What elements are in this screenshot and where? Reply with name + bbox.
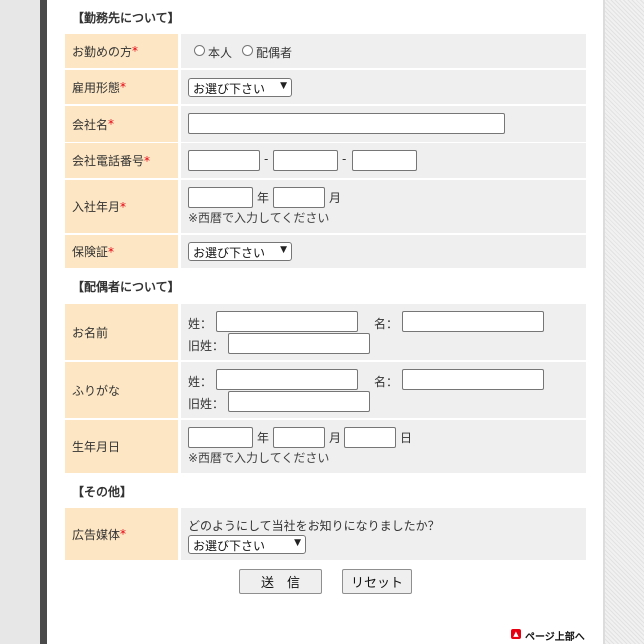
section-title-other: 【その他】 (72, 485, 133, 499)
last-name-kana-label: 姓： (188, 375, 213, 389)
row-spouse-kana: ふりがな 姓： 名： 旧姓： (65, 362, 586, 418)
row-field: どのようにして当社をお知りになりましたか？ お選び下さい ▼ (181, 508, 586, 560)
radio-spouse[interactable] (242, 45, 253, 56)
chevron-down-icon: ▼ (294, 538, 301, 548)
section-title-employer: 【勤務先について】 (72, 11, 180, 25)
first-name-kana-label: 名： (374, 375, 399, 389)
ad-media-question: どのようにして当社をお知りになりましたか？ (188, 519, 440, 533)
chevron-down-icon: ▼ (280, 245, 287, 255)
spouse-first-name-kana-input[interactable] (402, 369, 544, 390)
page-top-link[interactable]: ページ上部へ (525, 628, 585, 643)
company-name-input[interactable] (188, 113, 505, 134)
row-company-name: 会社名 * (65, 106, 586, 142)
spouse-last-name-input[interactable] (216, 311, 358, 332)
day-unit: 日 (400, 431, 413, 445)
first-name-label: 名： (374, 317, 399, 331)
insurance-select[interactable]: お選び下さい ▼ (188, 242, 292, 261)
birth-day-input[interactable] (344, 427, 396, 448)
row-spouse-name: お名前 姓： 名： 旧姓： (65, 304, 586, 360)
left-margin (0, 0, 40, 644)
row-field: 年 月 日 ※西暦で入力してください (181, 420, 586, 473)
western-year-note: ※西暦で入力してください (188, 211, 330, 225)
row-field (181, 106, 586, 142)
required-mark: * (120, 80, 127, 94)
row-insurance: 保険証 * お選び下さい ▼ (65, 235, 586, 268)
required-mark: * (144, 153, 151, 168)
required-mark: * (120, 527, 127, 541)
required-mark: * (108, 244, 115, 259)
spouse-first-name-input[interactable] (402, 311, 544, 332)
row-label: 入社年月 * (65, 180, 178, 233)
join-year-input[interactable] (188, 187, 253, 208)
month-unit: 月 (329, 191, 342, 205)
row-label: 広告媒体 * (65, 508, 178, 560)
phone-part2-input[interactable] (273, 150, 338, 171)
row-field: - - (181, 143, 586, 178)
row-label: 雇用形態 * (65, 70, 178, 104)
last-name-label: 姓： (188, 317, 213, 331)
required-mark: * (120, 199, 127, 214)
row-label: お勤めの方 * (65, 34, 178, 68)
row-field: お選び下さい ▼ (181, 70, 586, 104)
western-year-note: ※西暦で入力してください (188, 451, 330, 465)
row-field: 本人 配偶者 (181, 34, 586, 68)
phone-part1-input[interactable] (188, 150, 260, 171)
right-background-pattern (605, 0, 644, 644)
chevron-down-icon: ▼ (280, 81, 287, 91)
phone-separator: - (342, 152, 347, 166)
spouse-last-name-kana-input[interactable] (216, 369, 358, 390)
row-spouse-birthdate: 生年月日 年 月 日 ※西暦で入力してください (65, 420, 586, 473)
row-label: 保険証 * (65, 235, 178, 268)
row-ad-media: 広告媒体 * どのようにして当社をお知りになりましたか？ お選び下さい ▼ (65, 508, 586, 560)
section-title-spouse: 【配偶者について】 (72, 280, 180, 294)
radio-self[interactable] (194, 45, 205, 56)
join-month-input[interactable] (273, 187, 325, 208)
former-name-kana-label: 旧姓： (188, 397, 225, 411)
row-join-date: 入社年月 * 年 月 ※西暦で入力してください (65, 180, 586, 233)
birth-month-input[interactable] (273, 427, 325, 448)
left-border-bar (40, 0, 47, 644)
row-employment-type: 雇用形態 * お選び下さい ▼ (65, 70, 586, 104)
employment-type-select[interactable]: お選び下さい ▼ (188, 78, 292, 97)
row-field: お選び下さい ▼ (181, 235, 586, 268)
month-unit: 月 (329, 431, 342, 445)
radio-self-label: 本人 (208, 46, 233, 60)
spouse-former-name-input[interactable] (228, 333, 370, 354)
birth-year-input[interactable] (188, 427, 253, 448)
row-label: 会社名 * (65, 106, 178, 142)
reset-button[interactable]: リセット (342, 569, 412, 594)
year-unit: 年 (257, 191, 270, 205)
row-label: ふりがな (65, 362, 178, 418)
year-unit: 年 (257, 431, 270, 445)
row-employment-target: お勤めの方 * 本人 配偶者 (65, 34, 586, 68)
submit-button[interactable]: 送 信 (239, 569, 322, 594)
row-field: 姓： 名： 旧姓： (181, 362, 586, 418)
phone-separator: - (264, 152, 269, 166)
row-label: 生年月日 (65, 420, 178, 473)
application-form: 【勤務先について】 お勤めの方 * 本人 配偶者 雇用形態 * お選び下さい ▼ 会社… (65, 0, 586, 644)
row-field: 姓： 名： 旧姓： (181, 304, 586, 360)
spouse-former-name-kana-input[interactable] (228, 391, 370, 412)
row-field: 年 月 ※西暦で入力してください (181, 180, 586, 233)
phone-part3-input[interactable] (352, 150, 417, 171)
required-mark: * (108, 117, 115, 131)
ad-media-select[interactable]: お選び下さい ▼ (188, 535, 306, 554)
row-company-phone: 会社電話番号 * - - (65, 143, 586, 178)
required-mark: * (132, 44, 139, 58)
row-label: 会社電話番号 * (65, 143, 178, 178)
arrow-up-icon[interactable]: ▲ (511, 629, 521, 639)
row-label: お名前 (65, 304, 178, 360)
former-name-label: 旧姓： (188, 339, 225, 353)
radio-spouse-label: 配偶者 (256, 46, 293, 60)
